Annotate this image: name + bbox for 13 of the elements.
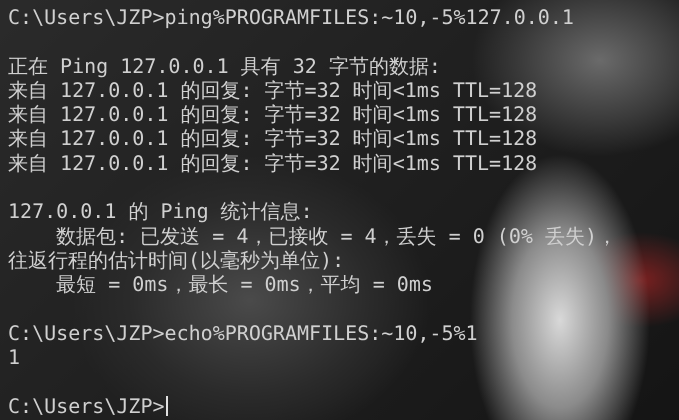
terminal-line: 数据包: 已发送 = 4，已接收 = 4，丢失 = 0 (0% 丢失)， — [55, 224, 617, 248]
terminal-line: 来自 127.0.0.1 的回复: 字节=32 时间<1ms TTL=128 — [8, 150, 538, 176]
terminal-line: 1 — [8, 345, 20, 370]
terminal-line: 来自 127.0.0.1 的回复: 字节=32 时间<1ms TTL=128 — [8, 78, 538, 102]
terminal-line: C:\Users\JZP>ping%PROGRAMFILES:~10,-5%127.0.0.1 — [8, 5, 574, 30]
terminal-line: 最短 = 0ms，最长 = 0ms，平均 = 0ms — [55, 272, 433, 297]
terminal-line: 往返行程的估计时间(以毫秒为单位): — [8, 248, 344, 272]
terminal-line: C:\Users\JZP>echo%PROGRAMFILES:~10,-5%1 — [8, 320, 478, 346]
terminal-line: 127.0.0.1 的 Ping 统计信息: — [8, 199, 313, 224]
terminal-line: 来自 127.0.0.1 的回复: 字节=32 时间<1ms TTL=128 — [8, 102, 538, 126]
terminal-line: C:\Users\JZP> — [8, 394, 165, 418]
terminal-line: 正在 Ping 127.0.0.1 具有 32 字节的数据: — [8, 54, 441, 78]
terminal-line: 来自 127.0.0.1 的回复: 字节=32 时间<1ms TTL=128 — [8, 126, 538, 151]
